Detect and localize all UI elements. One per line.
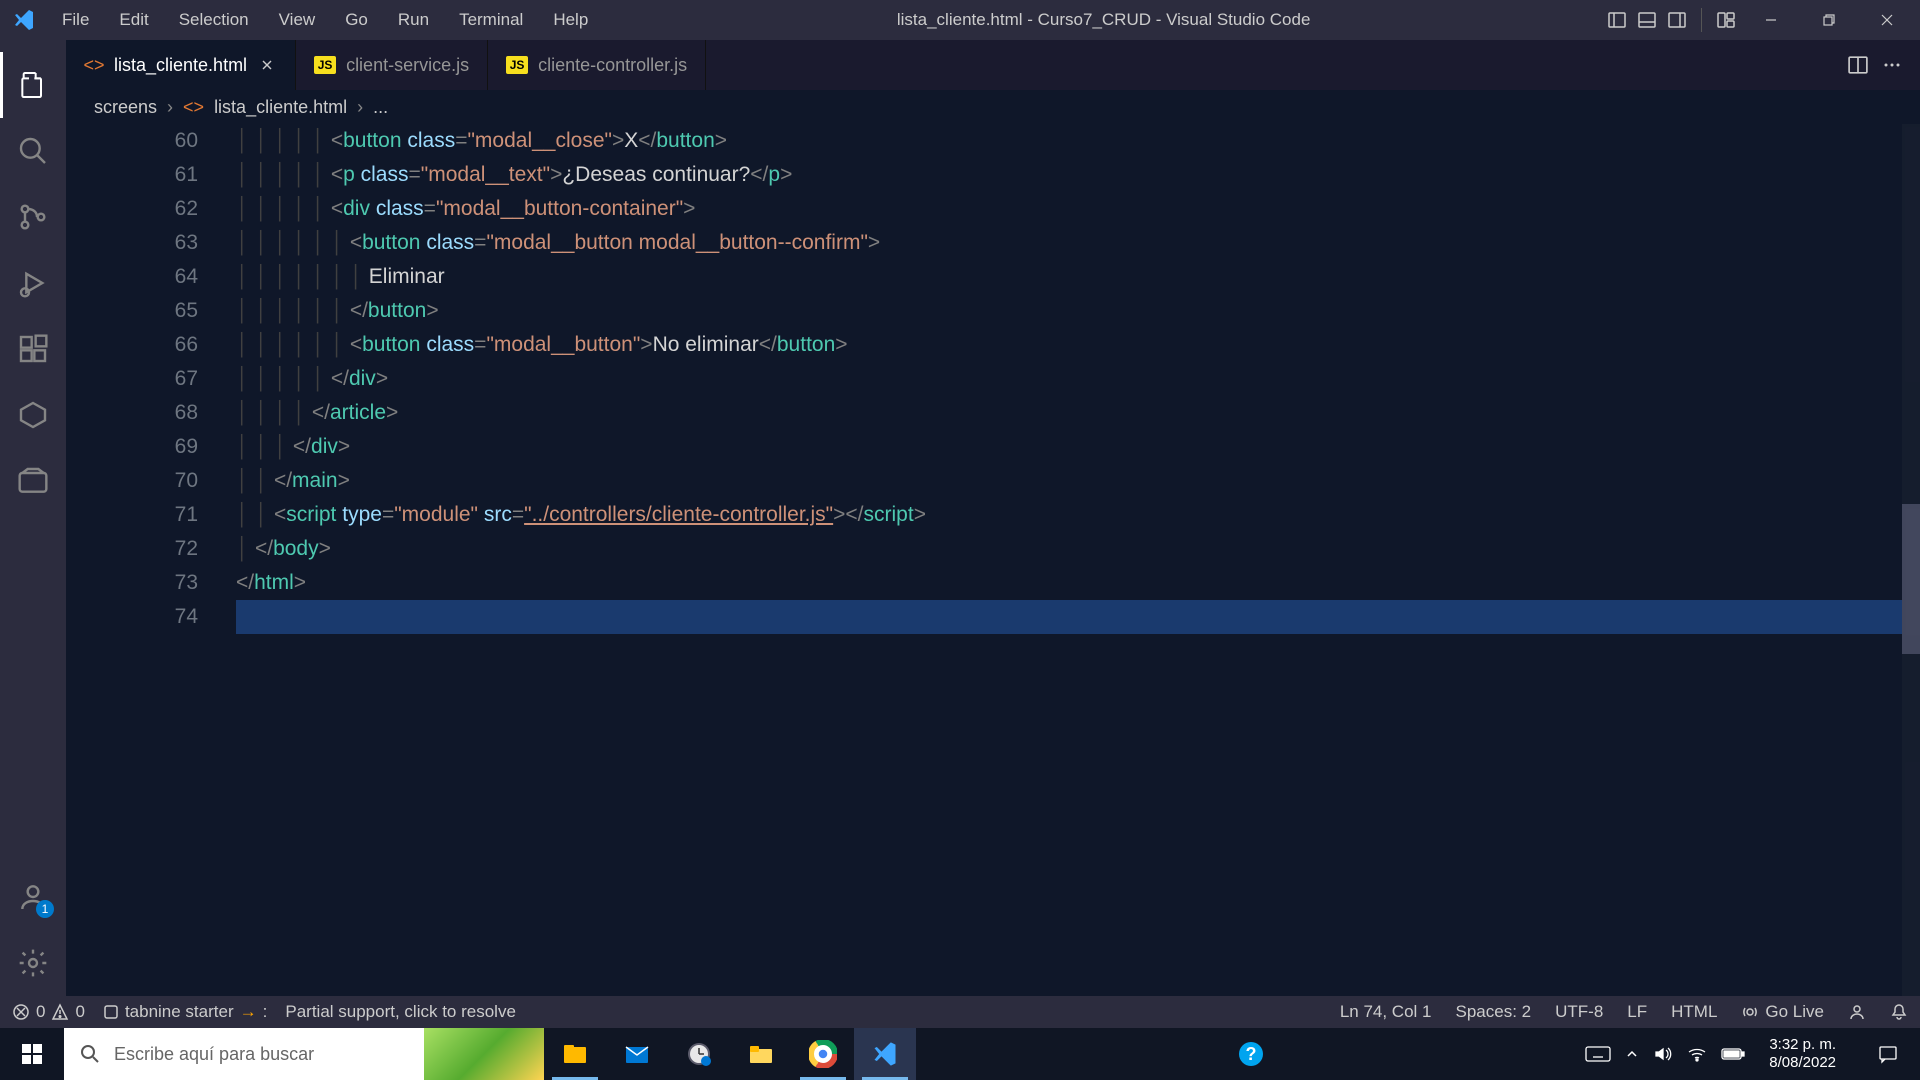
chevron-right-icon: › [357,97,363,118]
error-count: 0 [36,1002,45,1022]
statusbar: 0 0 tabnine starter → : Partial support,… [0,996,1920,1028]
problems-status[interactable]: 0 0 [12,1002,85,1022]
wifi-icon[interactable] [1687,1044,1707,1064]
search-widget-image [424,1028,544,1080]
tabs-actions [1848,40,1920,90]
battery-icon[interactable] [1721,1047,1745,1061]
encoding-status[interactable]: UTF-8 [1555,1002,1603,1022]
vscode-logo-icon [0,8,48,32]
minimize-button[interactable] [1742,0,1800,40]
main-area: 1 <> lista_cliente.html JS client-service.j… [0,40,1920,996]
breadcrumb-folder[interactable]: screens [94,97,157,118]
arrow-icon: → [240,1002,257,1022]
taskbar-clock[interactable]: 3:32 p. m. 8/08/2022 [1759,1036,1846,1072]
feedback-icon[interactable] [1848,1003,1866,1021]
menu-file[interactable]: File [48,4,103,36]
mail-icon[interactable] [606,1028,668,1080]
menu-selection[interactable]: Selection [165,4,263,36]
date-label: 8/08/2022 [1769,1054,1836,1072]
split-editor-icon[interactable] [1848,55,1868,75]
extensions-icon[interactable] [0,316,66,382]
code-editor[interactable]: 606162636465666768697071727374 │ │ │ │ │… [66,124,1920,996]
windows-taskbar: Escribe aquí para buscar ? 3:32 p. m. 8/… [0,1028,1920,1080]
breadcrumbs[interactable]: screens › <> lista_cliente.html › ... [66,90,1920,124]
notifications-icon[interactable] [1890,1003,1908,1021]
indentation-status[interactable]: Spaces: 2 [1456,1002,1532,1022]
tab-lista_cliente-html[interactable]: <> lista_cliente.html [66,40,296,90]
menu-help[interactable]: Help [539,4,602,36]
tab-client-service-js[interactable]: JS client-service.js [296,40,488,90]
code-content[interactable]: │ │ │ │ │ <button class="modal__close">X… [236,124,1920,996]
eol-status[interactable]: LF [1627,1002,1647,1022]
ext2-icon[interactable] [0,448,66,514]
action-center-icon[interactable] [1860,1043,1916,1065]
menu-view[interactable]: View [265,4,330,36]
system-tray: 3:32 p. m. 8/08/2022 [1585,1036,1920,1072]
tabnine-status[interactable]: tabnine starter → : [103,1002,267,1022]
editor-area: <>lista_cliente.htmlJSclient-service.jsJ… [66,40,1920,996]
help-app-icon[interactable]: ? [1220,1028,1282,1080]
js-file-icon: JS [506,56,528,74]
file-explorer-icon[interactable] [544,1028,606,1080]
tab-label: client-service.js [346,55,469,76]
cursor-position[interactable]: Ln 74, Col 1 [1340,1002,1432,1022]
language-status[interactable]: HTML [1671,1002,1717,1022]
go-live-label: Go Live [1765,1002,1824,1022]
svg-text:?: ? [1245,1044,1256,1064]
tab-label: lista_cliente.html [114,55,247,76]
warning-count: 0 [75,1002,84,1022]
breadcrumb-file[interactable]: lista_cliente.html [214,97,347,118]
html-file-icon: <> [183,97,204,118]
tab-label: cliente-controller.js [538,55,687,76]
tabs-bar: <>lista_cliente.htmlJSclient-service.jsJ… [66,40,1920,90]
partial-support-status[interactable]: Partial support, click to resolve [285,1002,516,1022]
breadcrumb-more[interactable]: ... [373,97,388,118]
accounts-icon[interactable]: 1 [0,864,66,930]
menu-edit[interactable]: Edit [105,4,162,36]
tabnine-label: tabnine starter [125,1002,234,1022]
time-label: 3:32 p. m. [1769,1036,1836,1054]
volume-icon[interactable] [1653,1044,1673,1064]
menu-run[interactable]: Run [384,4,443,36]
start-button[interactable] [0,1028,64,1080]
search-placeholder: Escribe aquí para buscar [114,1044,314,1065]
settings-gear-icon[interactable] [0,930,66,996]
taskbar-apps [544,1028,916,1080]
taskbar-search[interactable]: Escribe aquí para buscar [64,1028,544,1080]
chrome-icon[interactable] [792,1028,854,1080]
tab-cliente-controller-js[interactable]: JS cliente-controller.js [488,40,706,90]
keyboard-icon[interactable] [1585,1044,1611,1064]
menu-go[interactable]: Go [331,4,382,36]
search-icon[interactable] [0,118,66,184]
chevron-right-icon: › [167,97,173,118]
explorer-icon[interactable] [0,52,66,118]
maximize-button[interactable] [1800,0,1858,40]
js-file-icon: JS [314,56,336,74]
clock-app-icon[interactable] [668,1028,730,1080]
ext1-icon[interactable] [0,382,66,448]
more-actions-icon[interactable] [1882,55,1902,75]
html-file-icon: <> [84,55,104,75]
titlebar: FileEditSelectionViewGoRunTerminalHelp l… [0,0,1920,40]
go-live-button[interactable]: Go Live [1741,1002,1824,1022]
accounts-badge: 1 [36,900,54,918]
close-tab-icon[interactable] [257,55,277,75]
toggle-panel-icon[interactable] [1635,8,1659,32]
folder-icon[interactable] [730,1028,792,1080]
titlebar-right [1605,0,1920,40]
toggle-primary-sidebar-icon[interactable] [1605,8,1629,32]
chevron-up-icon[interactable] [1625,1047,1639,1061]
run-debug-icon[interactable] [0,250,66,316]
line-gutter: 606162636465666768697071727374 [66,124,236,996]
customize-layout-icon[interactable] [1714,8,1738,32]
toggle-secondary-sidebar-icon[interactable] [1665,8,1689,32]
source-control-icon[interactable] [0,184,66,250]
menu-terminal[interactable]: Terminal [445,4,537,36]
close-button[interactable] [1858,0,1916,40]
menubar: FileEditSelectionViewGoRunTerminalHelp [48,4,602,36]
vscode-taskbar-icon[interactable] [854,1028,916,1080]
activity-bar: 1 [0,40,66,996]
window-title: lista_cliente.html - Curso7_CRUD - Visua… [602,10,1605,30]
scrollbar-thumb[interactable] [1902,504,1920,654]
